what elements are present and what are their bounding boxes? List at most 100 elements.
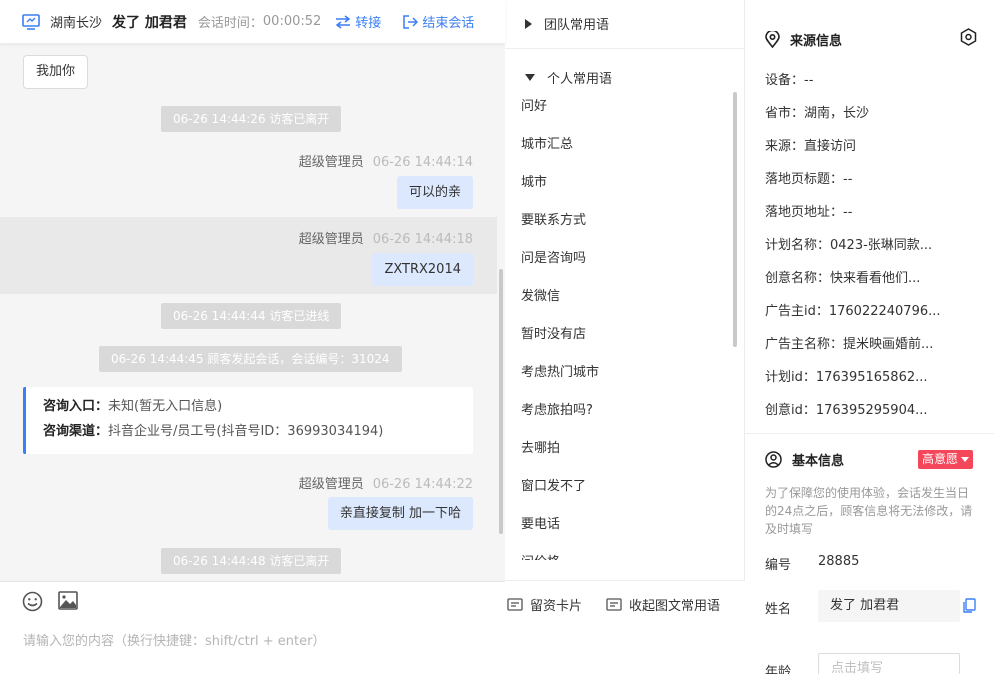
user-circle-icon [765, 451, 782, 468]
transfer-button[interactable]: 转接 [335, 12, 381, 31]
name-label: 姓名 [765, 602, 792, 617]
basic-info-header: 基本信息 [765, 450, 844, 469]
collapse-phrases-button[interactable]: 收起图文常用语 [606, 595, 720, 614]
consult-entry: 咨询入口：未知(暂无入口信息) [43, 397, 473, 422]
exit-icon [403, 14, 419, 29]
collapse-phrases-label: 收起图文常用语 [629, 599, 721, 614]
consult-channel: 咨询渠道：抖音企业号/员工号(抖音号ID：36993034194) [43, 422, 473, 447]
quick-reply-button[interactable]: 我加你 [23, 55, 89, 89]
sender-name: 超级管理员 [298, 232, 364, 247]
system-message: 06-26 14:44:48 访客已离开 [161, 548, 342, 574]
lead-card-button[interactable]: 留资卡片 [507, 595, 582, 614]
name-field[interactable]: 发了 加君君 [818, 590, 960, 622]
emoji-icon[interactable] [22, 591, 43, 612]
message-input[interactable]: 请输入您的内容（换行快捷键：shift/ctrl + enter） [23, 630, 326, 649]
phrase-actions: 留资卡片 收起图文常用语 [505, 580, 745, 674]
sender-name: 超级管理员 [298, 477, 364, 492]
phrase-item[interactable]: 要电话 [521, 513, 560, 532]
plan-id: 计划id：176395165862... [765, 370, 928, 385]
system-message: 06-26 14:44:44 访客已进线 [161, 303, 342, 329]
common-phrases-panel: 团队常用语 个人常用语 问好 城市汇总 城市 要联系方式 问是咨询吗 发微信 暂… [505, 0, 745, 674]
end-session-label: 结束会话 [422, 16, 475, 31]
message-time: 06-26 14:44:18 [372, 232, 473, 247]
phrase-item[interactable]: 城市 [521, 171, 547, 190]
image-icon[interactable] [58, 591, 78, 610]
end-session-button[interactable]: 结束会话 [403, 12, 474, 31]
message-scrollbar[interactable] [497, 44, 505, 581]
creative-id: 创意id：176395295904... [765, 403, 928, 418]
team-phrases-toggle[interactable]: 团队常用语 [525, 14, 609, 33]
message-list[interactable]: 我加你 06-26 14:44:26 访客已离开 超级管理员 06-26 14:4… [0, 44, 505, 581]
phrase-item[interactable]: 考虑热门城市 [521, 361, 599, 380]
intent-level-label: 高意愿 [922, 452, 959, 466]
caret-down-icon [961, 457, 970, 462]
intent-level-dropdown[interactable]: 高意愿 [918, 450, 974, 469]
source-device: 设备：-- [765, 73, 814, 88]
landing-page-url: 落地页地址：-- [765, 205, 853, 220]
phrase-item[interactable]: 城市汇总 [521, 133, 573, 152]
location-pin-icon [765, 31, 780, 48]
creative-name: 创意名称：快来看看他们... [765, 271, 921, 286]
message-meta: 超级管理员 06-26 14:44:18 [299, 228, 473, 247]
message-time: 06-26 14:44:22 [372, 477, 473, 492]
source-channel: 来源：直接访问 [765, 139, 857, 154]
number-label: 编号 [765, 558, 792, 573]
message-time: 06-26 14:44:14 [372, 155, 473, 170]
phrase-scrollbar[interactable] [733, 92, 737, 347]
agent-message: ZXTRX2014 [372, 253, 473, 286]
hexagon-gear-icon[interactable] [960, 28, 977, 46]
landing-page-title: 落地页标题：-- [765, 172, 853, 187]
chat-header: 湖南长沙 发了 加君君 会话时间： 00:00:52 转接 结束会话 [0, 0, 505, 44]
number-value: 28885 [818, 554, 860, 569]
message-list-icon [606, 597, 622, 611]
message-card-icon [507, 597, 523, 611]
source-info-title: 来源信息 [790, 34, 843, 49]
message-composer[interactable]: 请输入您的内容（换行快捷键：shift/ctrl + enter） [0, 581, 505, 674]
basic-info-title: 基本信息 [792, 454, 845, 469]
advertiser-name: 广告主名称：提米映画婚前... [765, 337, 934, 352]
agent-message: 可以的亲 [396, 176, 473, 209]
age-input[interactable] [818, 653, 960, 674]
caret-right-icon [525, 18, 532, 29]
phrase-item[interactable]: 发微信 [521, 285, 560, 304]
phrase-item[interactable]: 去哪拍 [521, 437, 560, 456]
monitor-icon [22, 13, 40, 30]
message-meta: 超级管理员 06-26 14:44:14 [299, 151, 473, 170]
swap-arrows-icon [336, 14, 351, 29]
lead-card-label: 留资卡片 [530, 599, 583, 614]
source-info-header: 来源信息 [765, 30, 842, 49]
agent-message: 亲直接复制 加一下哈 [327, 497, 473, 530]
advertiser-id: 广告主id：176022240796... [765, 304, 941, 319]
team-phrases-label: 团队常用语 [544, 18, 610, 33]
system-message: 06-26 14:44:26 访客已离开 [161, 106, 342, 132]
phrase-item[interactable]: 暂时没有店 [521, 323, 586, 342]
visitor-name: 发了 加君君 [112, 14, 187, 31]
message-meta: 超级管理员 06-26 14:44:22 [299, 473, 473, 492]
consult-channel-label: 咨询渠道： [43, 424, 109, 439]
caret-down-icon [525, 74, 535, 81]
message-scroll-thumb[interactable] [499, 269, 503, 534]
divider [505, 48, 745, 49]
session-time: 00:00:52 [262, 14, 322, 29]
consult-info-card: 咨询入口：未知(暂无入口信息) 咨询渠道：抖音企业号/员工号(抖音号ID：369… [23, 387, 473, 454]
system-message: 06-26 14:44:45 顾客发起会话，会话编号：31024 [99, 346, 402, 372]
transfer-label: 转接 [355, 16, 382, 31]
phrase-item[interactable]: 问好 [521, 95, 547, 114]
customer-info-panel: 来源信息 设备：-- 省市：湖南，长沙 来源：直接访问 落地页标题：-- 落地页… [745, 0, 994, 674]
phrase-item[interactable]: 问是咨询吗 [521, 247, 586, 266]
divider [745, 433, 994, 434]
source-province: 省市：湖南，长沙 [765, 106, 870, 121]
sender-name: 超级管理员 [298, 155, 364, 170]
age-label: 年龄 [765, 665, 792, 674]
plan-name: 计划名称：0423-张琳同款... [765, 238, 933, 253]
phrase-item[interactable]: 要联系方式 [521, 209, 586, 228]
consult-channel-value: 抖音企业号/员工号(抖音号ID：36993034194) [108, 424, 384, 439]
phrase-item[interactable]: 考虑旅拍吗? [521, 399, 593, 418]
session-time-label: 会话时间： [197, 16, 263, 31]
phrase-item[interactable]: 问价格 [521, 551, 560, 560]
phrase-item[interactable]: 窗口发不了 [521, 475, 586, 494]
copy-icon[interactable] [963, 598, 976, 613]
consult-entry-label: 咨询入口： [43, 399, 109, 414]
edit-notice: 为了保障您的使用体验，会话发生当日的24点之后，顾客信息将无法修改，请及时填写 [765, 486, 973, 536]
phrase-list[interactable]: 问好 城市汇总 城市 要联系方式 问是咨询吗 发微信 暂时没有店 考虑热门城市 … [505, 85, 735, 560]
